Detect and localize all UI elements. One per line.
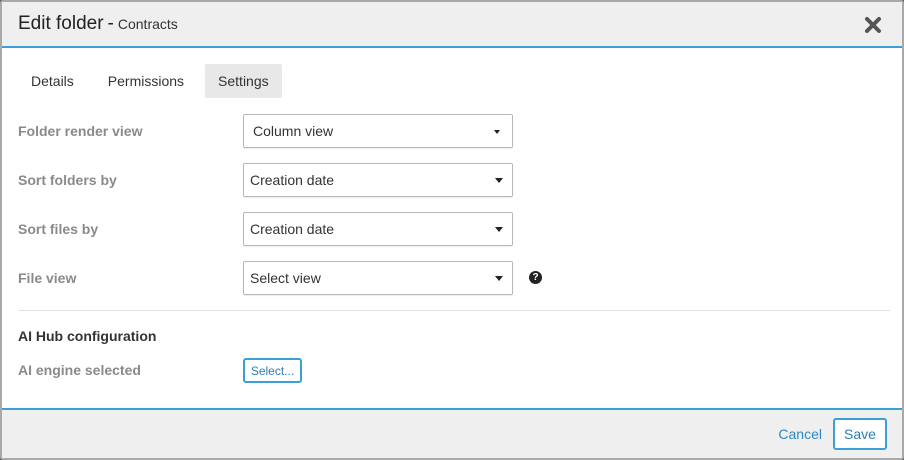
folder-render-view-row: Folder render view Column view	[18, 114, 890, 148]
folder-render-view-select[interactable]: Column view	[243, 114, 513, 148]
tab-settings[interactable]: Settings	[205, 64, 282, 98]
dialog-footer: Cancel Save	[2, 408, 902, 458]
ai-hub-section-title: AI Hub configuration	[18, 328, 157, 344]
file-view-label: File view	[18, 270, 77, 286]
ai-engine-label: AI engine selected	[18, 362, 141, 378]
close-icon	[865, 17, 881, 33]
help-icon[interactable]: ?	[529, 271, 542, 284]
folder-render-view-value: Column view	[253, 123, 334, 139]
chevron-down-icon	[495, 178, 503, 183]
chevron-down-icon	[495, 276, 503, 281]
chevron-down-icon	[494, 130, 500, 134]
dialog-subtitle: Contracts	[117, 16, 178, 32]
dialog-title-separator: -	[107, 13, 114, 34]
sort-folders-by-value: Creation date	[250, 172, 335, 188]
file-view-select[interactable]: Select view	[243, 261, 513, 295]
sort-files-by-row: Sort files by Creation date	[18, 212, 890, 246]
dialog-header: Edit folder - Contracts	[2, 2, 902, 48]
edit-folder-dialog: Edit folder - Contracts Details Permission…	[0, 0, 904, 460]
file-view-value: Select view	[250, 270, 321, 286]
sort-folders-by-row: Sort folders by Creation date	[18, 163, 890, 197]
cancel-button[interactable]: Cancel	[778, 426, 822, 442]
close-button[interactable]	[862, 14, 884, 36]
chevron-down-icon	[495, 227, 503, 232]
tab-permissions[interactable]: Permissions	[95, 64, 197, 98]
tab-bar: Details Permissions Settings	[18, 64, 282, 98]
sort-folders-by-label: Sort folders by	[18, 172, 117, 188]
folder-render-view-label: Folder render view	[18, 123, 143, 139]
dialog-title-text: Edit folder	[18, 13, 104, 34]
tab-details[interactable]: Details	[18, 64, 87, 98]
ai-engine-select-button[interactable]: Select...	[243, 358, 302, 383]
sort-files-by-select[interactable]: Creation date	[243, 212, 513, 246]
sort-files-by-value: Creation date	[250, 221, 335, 237]
save-button[interactable]: Save	[833, 418, 887, 450]
sort-folders-by-select[interactable]: Creation date	[243, 163, 513, 197]
file-view-row: File view Select view ?	[18, 261, 890, 295]
ai-engine-row: AI engine selected Select...	[18, 353, 890, 387]
sort-files-by-label: Sort files by	[18, 221, 99, 237]
dialog-title: Edit folder - Contracts	[18, 13, 178, 35]
section-divider	[18, 310, 890, 311]
